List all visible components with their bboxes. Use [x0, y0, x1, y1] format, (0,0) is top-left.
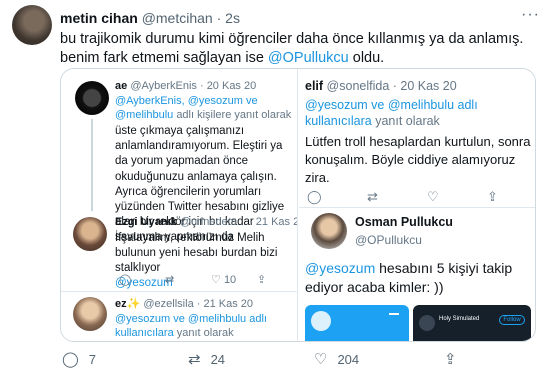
right-t2-text: @yesozum hesabını 5 kişiyi takip ediyor …	[305, 259, 533, 297]
left-t3-reply-suffix: yanıt olarak	[176, 327, 234, 339]
share-action[interactable]: ⇪	[444, 350, 467, 368]
thread-line	[91, 119, 93, 211]
right-t1-reply-to: @yesozum ve @melihbulu adlı kullanıcılar…	[305, 97, 505, 129]
left-t2-like: ♡ 10	[211, 273, 236, 286]
left-t2-text-body: İfşalayalım, rektörümüz Melih bulunun ye…	[115, 232, 278, 274]
embedded-image-2: Holy Simulated Follow	[413, 305, 531, 341]
right-t2-handle: @OPullukcu	[355, 233, 422, 247]
embedded-profile-name: Holy Simulated	[439, 316, 480, 322]
like-action[interactable]: ♡ 204	[314, 350, 359, 368]
left-t2-name: Ezgi Uyanık	[115, 216, 177, 228]
tweet-mention-link[interactable]: @OPullukcu	[268, 50, 349, 66]
tweet[interactable]: metin cihan @metcihan · 2s ··· bu trajik…	[0, 0, 549, 375]
ezgi-avatar	[73, 217, 107, 251]
right-t1-text: Lütfen troll hesaplardan kurtulun, sonra…	[305, 134, 531, 185]
author-avatar[interactable]	[12, 5, 52, 45]
reply-icon: ◯	[62, 351, 79, 368]
ae-avatar	[75, 81, 109, 115]
left-t2-retweet-icon: ⇄	[165, 274, 175, 286]
share-icon: ⇪	[444, 351, 457, 368]
left-t2-text: İfşalayalım, rektörümüz Melih bulunun ye…	[115, 231, 295, 291]
left-t2-handle: @urlnedem... · 21 Kas 20	[179, 216, 298, 228]
right-t1-handle: @sonelfida · 20 Kas 20	[326, 79, 457, 93]
osman-avatar	[311, 213, 347, 249]
right-t1-heart-icon: ♡	[427, 189, 439, 204]
embedded-menu-icon	[389, 313, 399, 315]
right-t1-reply-suffix: yanıt olarak	[375, 114, 440, 128]
tweet-header: metin cihan @metcihan · 2s	[60, 10, 240, 26]
embedded-profile-icon	[419, 315, 435, 331]
tweet-media-grid[interactable]: ae @AyberkEnis · 20 Kas 20 @AyberkEnis, …	[60, 68, 536, 342]
more-options-icon[interactable]: ···	[521, 6, 540, 24]
reply-count: 7	[88, 352, 97, 367]
right-divider	[299, 207, 535, 208]
right-t1-reply-icon: ◯	[307, 189, 322, 204]
media-image-right[interactable]: elif @sonelfida · 20 Kas 20 @yesozum ve …	[299, 69, 535, 341]
author-name[interactable]: metin cihan	[60, 10, 138, 26]
right-t1-retweet-icon: ⇄	[367, 189, 378, 204]
left-t2-header: Ezgi Uyanık @urlnedem... · 21 Kas 20	[115, 215, 298, 229]
left-divider	[61, 291, 297, 292]
right-t2-name: Osman Pullukcu	[355, 215, 453, 229]
header-separator: ·	[216, 10, 222, 26]
retweet-action[interactable]: ⇄ 24	[188, 350, 225, 368]
heart-icon: ♡	[314, 351, 328, 368]
left-t2-heart-icon: ♡	[211, 274, 221, 286]
right-t1-share-icon: ⇪	[487, 189, 498, 204]
embedded-follow-button: Follow	[499, 315, 525, 325]
left-t2-like-count: 10	[223, 274, 237, 286]
reply-action[interactable]: ◯ 7	[62, 350, 96, 368]
tweet-text-part-2: oldu.	[348, 50, 385, 66]
left-t3-header: ez✨ @ezellsila · 21 Kas 20	[115, 297, 253, 311]
retweet-count: 24	[210, 352, 226, 367]
media-image-left[interactable]: ae @AyberkEnis · 20 Kas 20 @AyberkEnis, …	[61, 69, 298, 341]
right-t1-name: elif	[305, 79, 324, 93]
left-t3-reply-to: @yesozum ve @melihbulu adlı kullanıcılar…	[115, 312, 295, 340]
left-t1-name: ae	[115, 80, 128, 92]
right-t1-header: elif @sonelfida · 20 Kas 20	[305, 79, 457, 93]
left-t1-reply-to: @AyberkEnis, @yesozum ve @melihbulu adlı…	[115, 94, 295, 122]
left-t2-reply-icon: ◯	[119, 274, 132, 286]
left-t3-name: ez✨	[115, 298, 141, 310]
like-count: 204	[337, 352, 360, 367]
author-handle[interactable]: @metcihan	[142, 10, 213, 26]
tweet-actions: ◯ 7 ⇄ 24 ♡ 204 ⇪	[60, 350, 540, 370]
embedded-image-1	[305, 305, 409, 341]
retweet-icon: ⇄	[188, 351, 201, 368]
left-t3-handle: @ezellsila · 21 Kas 20	[143, 298, 253, 310]
tweet-time[interactable]: 2s	[225, 10, 240, 26]
left-t1-reply-suffix: adlı kişilere yanıt olarak	[176, 109, 292, 121]
ez-avatar	[73, 297, 107, 331]
embedded-avatar-icon	[311, 311, 331, 331]
tweet-text: bu trajikomik durumu kimi öğrenciler dah…	[60, 30, 530, 68]
left-t1-header: ae @AyberkEnis · 20 Kas 20	[115, 79, 256, 93]
right-t2-mention: @yesozum	[305, 260, 376, 276]
left-t1-handle: @AyberkEnis · 20 Kas 20	[130, 80, 257, 92]
left-t2-share-icon: ⇪	[257, 274, 267, 286]
